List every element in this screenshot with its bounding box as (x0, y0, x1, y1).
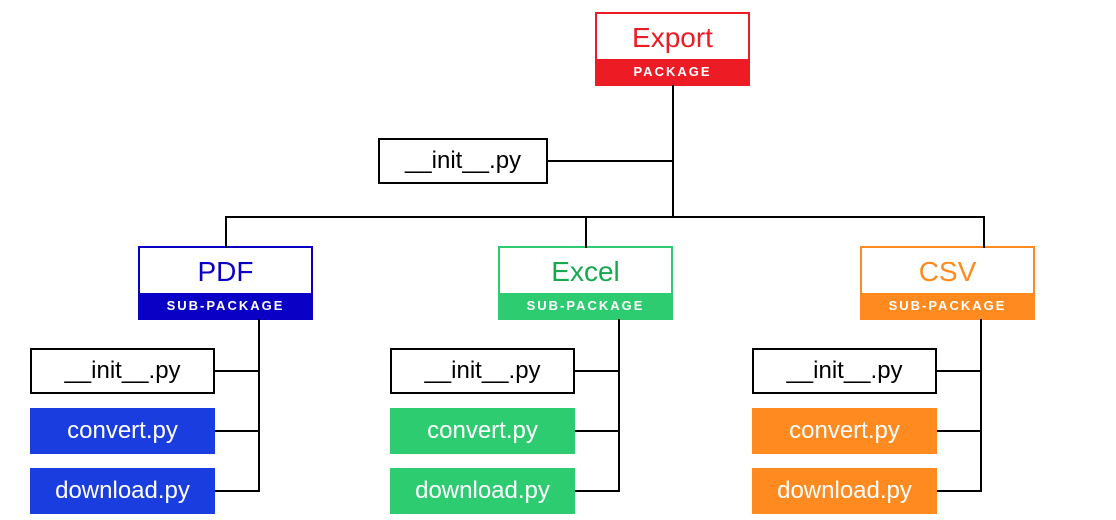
connector (215, 370, 260, 372)
subpackage-excel: Excel SUB-PACKAGE (498, 246, 673, 320)
file-pdf-download: download.py (30, 468, 215, 514)
connector (980, 319, 982, 491)
subpackage-csv: CSV SUB-PACKAGE (860, 246, 1035, 320)
connector (548, 160, 674, 162)
file-pdf-init: __init__.py (30, 348, 215, 394)
connector (937, 430, 982, 432)
connector (225, 216, 985, 218)
subpackage-tag: SUB-PACKAGE (862, 293, 1033, 318)
subpackage-title: CSV (862, 248, 1033, 293)
connector (618, 319, 620, 491)
connector (258, 319, 260, 491)
file-excel-download: download.py (390, 468, 575, 514)
package-tag: PACKAGE (597, 59, 748, 84)
connector (983, 216, 985, 248)
file-csv-download: download.py (752, 468, 937, 514)
connector (575, 490, 620, 492)
subpackage-tag: SUB-PACKAGE (140, 293, 311, 318)
package-hierarchy-diagram: Export PACKAGE __init__.py PDF SUB-PACKA… (0, 0, 1116, 520)
connector (937, 370, 982, 372)
file-pdf-convert: convert.py (30, 408, 215, 454)
connector (575, 370, 620, 372)
package-title: Export (597, 14, 748, 59)
connector (215, 430, 260, 432)
file-root-init: __init__.py (378, 138, 548, 184)
connector (937, 490, 982, 492)
subpackage-title: Excel (500, 248, 671, 293)
file-excel-convert: convert.py (390, 408, 575, 454)
file-excel-init: __init__.py (390, 348, 575, 394)
connector (215, 490, 260, 492)
connector (575, 430, 620, 432)
file-csv-convert: convert.py (752, 408, 937, 454)
package-export: Export PACKAGE (595, 12, 750, 86)
file-csv-init: __init__.py (752, 348, 937, 394)
subpackage-pdf: PDF SUB-PACKAGE (138, 246, 313, 320)
connector (672, 85, 674, 216)
connector (225, 216, 227, 248)
connector (585, 216, 587, 248)
subpackage-tag: SUB-PACKAGE (500, 293, 671, 318)
subpackage-title: PDF (140, 248, 311, 293)
